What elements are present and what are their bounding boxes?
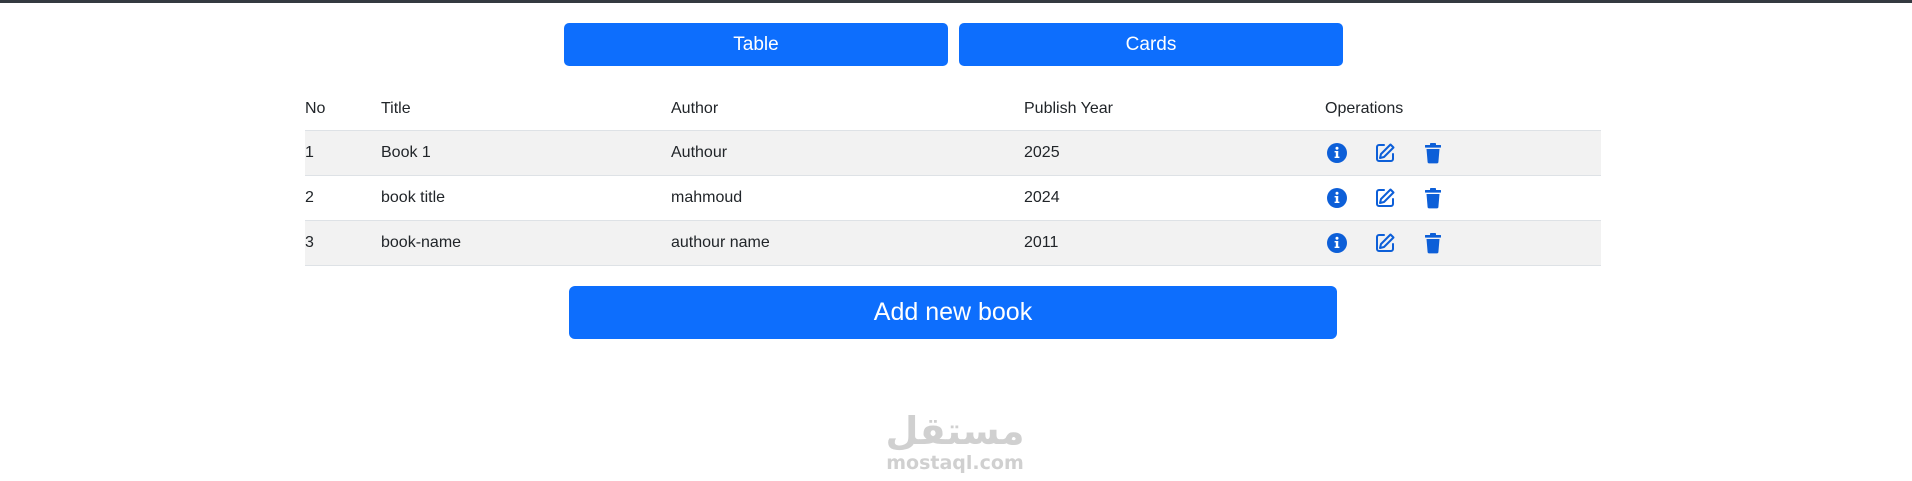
header-title: Title <box>381 88 671 131</box>
cell-operations <box>1325 130 1601 176</box>
edit-icon[interactable] <box>1373 231 1397 255</box>
operations-group <box>1325 186 1601 210</box>
table-row: 1 Book 1 Authour 2025 <box>305 130 1601 176</box>
info-circle-icon[interactable] <box>1325 186 1349 210</box>
cell-publish-year: 2025 <box>1024 130 1325 176</box>
cell-publish-year: 2024 <box>1024 175 1325 221</box>
cell-no: 3 <box>305 220 381 266</box>
header-operations: Operations <box>1325 88 1601 131</box>
cell-no: 1 <box>305 130 381 176</box>
cell-title: Book 1 <box>381 130 671 176</box>
cell-author: authour name <box>671 220 1024 266</box>
view-toggle: Table Cards <box>564 23 1343 66</box>
watermark-logo: مستقل mostaql.com <box>880 410 1030 474</box>
watermark-latin-text: mostaql.com <box>886 452 1024 474</box>
header-publish-year: Publish Year <box>1024 88 1325 131</box>
cell-operations <box>1325 175 1601 221</box>
cell-operations <box>1325 220 1601 266</box>
table-body: 1 Book 1 Authour 2025 2 book title mahmo… <box>305 130 1601 266</box>
header-no: No <box>305 88 381 131</box>
cell-title: book-name <box>381 220 671 266</box>
table-row: 2 book title mahmoud 2024 <box>305 175 1601 221</box>
edit-icon[interactable] <box>1373 141 1397 165</box>
trash-icon[interactable] <box>1421 186 1445 210</box>
cards-view-button[interactable]: Cards <box>959 23 1343 66</box>
info-circle-icon[interactable] <box>1325 141 1349 165</box>
cell-author: mahmoud <box>671 175 1024 221</box>
info-circle-icon[interactable] <box>1325 231 1349 255</box>
top-bar <box>0 0 1912 3</box>
operations-group <box>1325 231 1601 255</box>
table-header-row: No Title Author Publish Year Operations <box>305 88 1601 131</box>
header-author: Author <box>671 88 1024 131</box>
trash-icon[interactable] <box>1421 141 1445 165</box>
cell-author: Authour <box>671 130 1024 176</box>
add-new-book-button[interactable]: Add new book <box>569 286 1337 339</box>
table-view-button[interactable]: Table <box>564 23 948 66</box>
cell-no: 2 <box>305 175 381 221</box>
table-row: 3 book-name authour name 2011 <box>305 220 1601 266</box>
operations-group <box>1325 141 1601 165</box>
watermark-arabic-text: مستقل <box>885 409 1025 453</box>
cell-publish-year: 2011 <box>1024 220 1325 266</box>
trash-icon[interactable] <box>1421 231 1445 255</box>
cell-title: book title <box>381 175 671 221</box>
edit-icon[interactable] <box>1373 186 1397 210</box>
books-table: No Title Author Publish Year Operations … <box>305 88 1601 266</box>
